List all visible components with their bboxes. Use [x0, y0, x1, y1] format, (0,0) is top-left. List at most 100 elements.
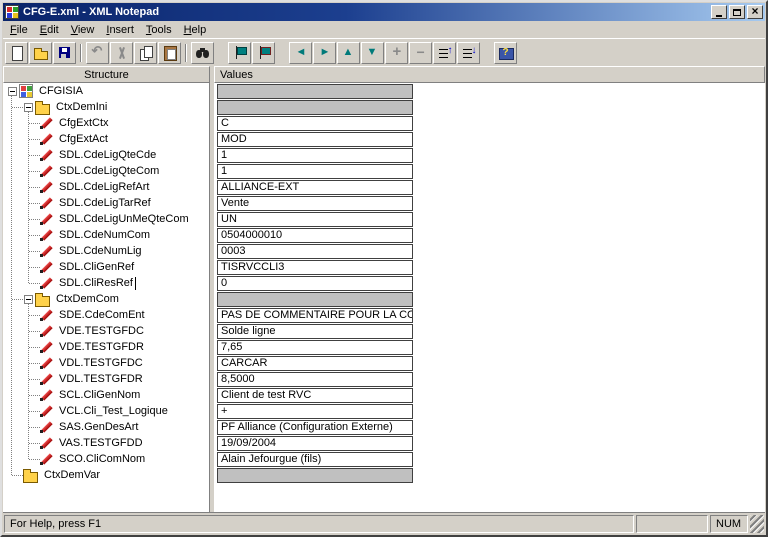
- close-button[interactable]: [747, 5, 763, 19]
- value-cell[interactable]: C: [217, 116, 413, 131]
- value-row: [214, 467, 765, 483]
- tree-node[interactable]: CFGISIA: [3, 83, 209, 99]
- expand-button[interactable]: [385, 42, 408, 64]
- find-button[interactable]: [191, 42, 214, 64]
- tree-node[interactable]: VDE.TESTGFDC: [3, 323, 209, 339]
- collapse-box-icon[interactable]: [8, 87, 17, 96]
- flag-1-button[interactable]: [228, 42, 251, 64]
- collapse-box-icon[interactable]: [24, 295, 33, 304]
- value-cell[interactable]: 0003: [217, 244, 413, 259]
- value-cell[interactable]: +: [217, 404, 413, 419]
- tree-node[interactable]: SCO.CliComNom: [3, 451, 209, 467]
- collapse-button[interactable]: [409, 42, 432, 64]
- tree-node[interactable]: VCL.Cli_Test_Logique: [3, 403, 209, 419]
- menu-item-tools[interactable]: Tools: [140, 23, 178, 37]
- tree-node[interactable]: SDL.CliGenRef: [3, 259, 209, 275]
- flag2-icon: [256, 45, 272, 61]
- menu-item-edit[interactable]: Edit: [34, 23, 65, 37]
- tree: CFGISIACtxDemIniCfgExtCtxCfgExtActSDL.Cd…: [3, 83, 209, 483]
- lines-down-button[interactable]: [457, 42, 480, 64]
- tree-node[interactable]: SCL.CliGenNom: [3, 387, 209, 403]
- field-pen-icon: [40, 340, 54, 354]
- tree-node[interactable]: SDL.CdeNumLig: [3, 243, 209, 259]
- help-icon: [498, 45, 514, 61]
- value-cell[interactable]: 1: [217, 148, 413, 163]
- value-cell[interactable]: Alain Jefourgue (fils): [217, 452, 413, 467]
- tree-connector: [29, 395, 40, 396]
- values-header: Values: [214, 66, 765, 83]
- value-cell[interactable]: Solde ligne: [217, 324, 413, 339]
- navigate-right-button[interactable]: [313, 42, 336, 64]
- maximize-button[interactable]: [729, 5, 745, 19]
- navigate-up-button[interactable]: [337, 42, 360, 64]
- tree-node[interactable]: CtxDemCom: [3, 291, 209, 307]
- field-pen-icon: [40, 132, 54, 146]
- value-cell[interactable]: 19/09/2004: [217, 436, 413, 451]
- tree-node[interactable]: CfgExtAct: [3, 131, 209, 147]
- tree-node[interactable]: VDE.TESTGFDR: [3, 339, 209, 355]
- tree-node[interactable]: SDL.CliResRef: [3, 275, 209, 291]
- tree-node[interactable]: SDL.CdeLigTarRef: [3, 195, 209, 211]
- tree-node[interactable]: VAS.TESTGFDD: [3, 435, 209, 451]
- navigate-down-button[interactable]: [361, 42, 384, 64]
- menu-bar: FileEditViewInsertToolsHelp: [3, 21, 765, 38]
- field-pen-icon: [40, 164, 54, 178]
- resize-grip[interactable]: [750, 515, 764, 533]
- menu-item-file[interactable]: File: [4, 23, 34, 37]
- navigate-left-button[interactable]: [289, 42, 312, 64]
- tree-node[interactable]: SDE.CdeComEnt: [3, 307, 209, 323]
- tree-node[interactable]: CtxDemVar: [3, 467, 209, 483]
- collapse-box-icon[interactable]: [24, 103, 33, 112]
- tree-node[interactable]: SDL.CdeNumCom: [3, 227, 209, 243]
- value-cell[interactable]: 0504000010: [217, 228, 413, 243]
- save-file-button[interactable]: [53, 42, 76, 64]
- value-cell[interactable]: 1: [217, 164, 413, 179]
- menu-item-insert[interactable]: Insert: [100, 23, 140, 37]
- menu-item-help[interactable]: Help: [178, 23, 213, 37]
- value-cell[interactable]: 7,65: [217, 340, 413, 355]
- text-caret: [135, 277, 136, 290]
- window-title: CFG-E.xml - XML Notepad: [23, 6, 709, 18]
- value-cell[interactable]: Vente: [217, 196, 413, 211]
- tree-node-label: SDL.CdeLigQteCom: [57, 165, 161, 177]
- value-cell[interactable]: TISRVCCLI3: [217, 260, 413, 275]
- tree-connector: [29, 443, 40, 444]
- value-cell[interactable]: ALLIANCE-EXT: [217, 180, 413, 195]
- tree-node[interactable]: SDL.CdeLigUnMeQteCom: [3, 211, 209, 227]
- value-cell[interactable]: UN: [217, 212, 413, 227]
- tree-node[interactable]: SDL.CdeLigQteCom: [3, 163, 209, 179]
- tree-connector: [29, 331, 40, 332]
- value-cell[interactable]: PF Alliance (Configuration Externe): [217, 420, 413, 435]
- folder-icon: [35, 101, 50, 114]
- value-row: PAS DE COMMENTAIRE POUR LA CO...: [214, 307, 765, 323]
- copy-button[interactable]: [134, 42, 157, 64]
- linesup-icon: [437, 45, 453, 61]
- new-document-button[interactable]: [5, 42, 28, 64]
- undo-button[interactable]: [86, 42, 109, 64]
- menu-item-view[interactable]: View: [65, 23, 101, 37]
- value-cell[interactable]: MOD: [217, 132, 413, 147]
- tree-connector: [29, 123, 40, 124]
- tree-node[interactable]: SAS.GenDesArt: [3, 419, 209, 435]
- cut-button[interactable]: [110, 42, 133, 64]
- value-cell[interactable]: 8,5000: [217, 372, 413, 387]
- tree-node[interactable]: CfgExtCtx: [3, 115, 209, 131]
- tree-node[interactable]: CtxDemIni: [3, 99, 209, 115]
- value-cell[interactable]: PAS DE COMMENTAIRE POUR LA CO...: [217, 308, 413, 323]
- tree-node-label: CFGISIA: [37, 85, 85, 97]
- lines-up-button[interactable]: [433, 42, 456, 64]
- paste-button[interactable]: [158, 42, 181, 64]
- value-cell[interactable]: 0: [217, 276, 413, 291]
- tree-node[interactable]: VDL.TESTGFDC: [3, 355, 209, 371]
- help-button[interactable]: [494, 42, 517, 64]
- value-cell[interactable]: CARCAR: [217, 356, 413, 371]
- minimize-button[interactable]: [711, 5, 727, 19]
- tree-node[interactable]: SDL.CdeLigRefArt: [3, 179, 209, 195]
- tree-node-label: SDL.CliGenRef: [57, 261, 136, 273]
- tree-node[interactable]: VDL.TESTGFDR: [3, 371, 209, 387]
- pane-headers: Structure Values: [3, 66, 765, 83]
- tree-node[interactable]: SDL.CdeLigQteCde: [3, 147, 209, 163]
- flag-2-button[interactable]: [252, 42, 275, 64]
- open-file-button[interactable]: [29, 42, 52, 64]
- value-cell[interactable]: Client de test RVC: [217, 388, 413, 403]
